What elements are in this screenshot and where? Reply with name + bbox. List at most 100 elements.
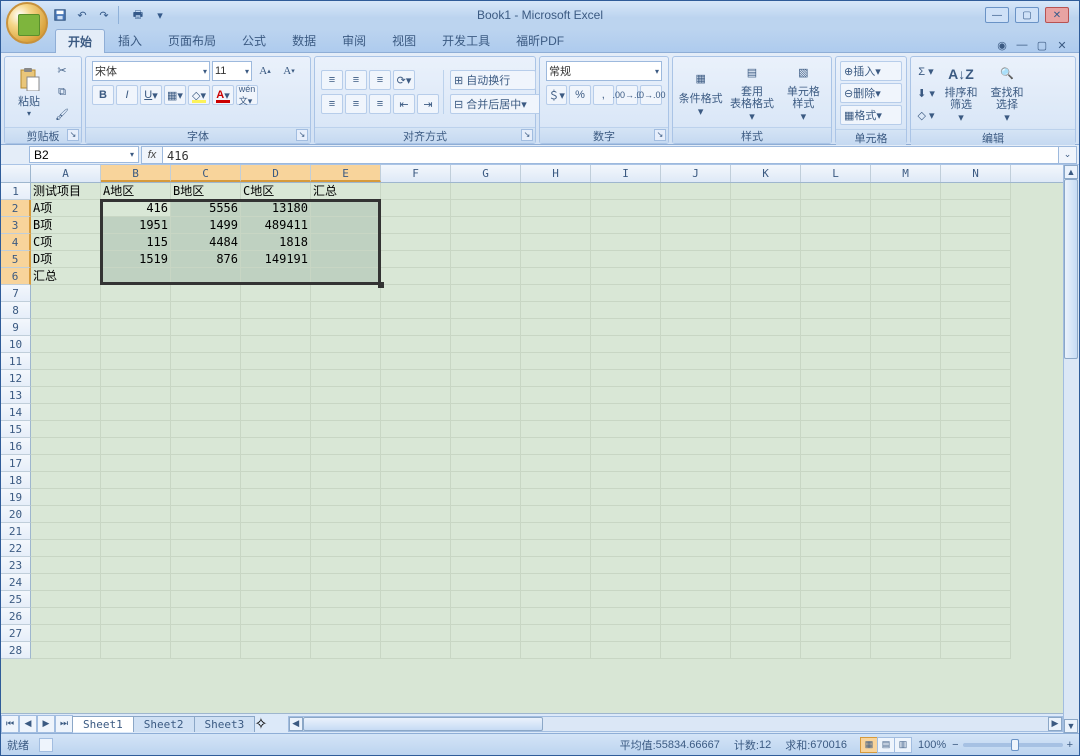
- cell-C5[interactable]: 876: [171, 251, 241, 268]
- cell-J6[interactable]: [661, 268, 731, 285]
- cell-K3[interactable]: [731, 217, 801, 234]
- tab-数据[interactable]: 数据: [279, 28, 329, 52]
- cell-G3[interactable]: [451, 217, 521, 234]
- cell-F21[interactable]: [381, 523, 451, 540]
- cell-B8[interactable]: [101, 302, 171, 319]
- tab-开始[interactable]: 开始: [55, 29, 105, 53]
- cell-B12[interactable]: [101, 370, 171, 387]
- cell-M14[interactable]: [871, 404, 941, 421]
- save-icon[interactable]: [51, 6, 69, 24]
- cell-K12[interactable]: [731, 370, 801, 387]
- cell-L19[interactable]: [801, 489, 871, 506]
- cell-I1[interactable]: [591, 183, 661, 200]
- cell-E12[interactable]: [311, 370, 381, 387]
- cell-A17[interactable]: [31, 455, 101, 472]
- cell-C11[interactable]: [171, 353, 241, 370]
- cell-K27[interactable]: [731, 625, 801, 642]
- row-header-19[interactable]: 19: [1, 489, 31, 506]
- cell-C18[interactable]: [171, 472, 241, 489]
- cell-A4[interactable]: C项: [31, 234, 101, 251]
- cell-J12[interactable]: [661, 370, 731, 387]
- cell-L22[interactable]: [801, 540, 871, 557]
- cell-D3[interactable]: 489411: [241, 217, 311, 234]
- cell-M28[interactable]: [871, 642, 941, 659]
- cell-M15[interactable]: [871, 421, 941, 438]
- cell-G20[interactable]: [451, 506, 521, 523]
- underline-button[interactable]: U▾: [140, 85, 162, 105]
- cell-J26[interactable]: [661, 608, 731, 625]
- cell-E26[interactable]: [311, 608, 381, 625]
- delete-cells-button[interactable]: ⊖ 删除 ▾: [840, 83, 902, 103]
- number-launcher[interactable]: ↘: [654, 129, 666, 141]
- cell-I25[interactable]: [591, 591, 661, 608]
- cell-H6[interactable]: [521, 268, 591, 285]
- col-header-M[interactable]: M: [871, 165, 941, 182]
- cell-H19[interactable]: [521, 489, 591, 506]
- font-name-combo[interactable]: 宋体▾: [92, 61, 210, 81]
- cell-I9[interactable]: [591, 319, 661, 336]
- cell-E9[interactable]: [311, 319, 381, 336]
- cell-F17[interactable]: [381, 455, 451, 472]
- cell-B25[interactable]: [101, 591, 171, 608]
- cell-L21[interactable]: [801, 523, 871, 540]
- indent-decrease-button[interactable]: ⇤: [393, 94, 415, 114]
- col-header-A[interactable]: A: [31, 165, 101, 182]
- hscroll-left-arrow[interactable]: ◀: [289, 717, 303, 731]
- cell-G24[interactable]: [451, 574, 521, 591]
- cell-I23[interactable]: [591, 557, 661, 574]
- col-header-K[interactable]: K: [731, 165, 801, 182]
- cell-L7[interactable]: [801, 285, 871, 302]
- cell-J20[interactable]: [661, 506, 731, 523]
- fx-button[interactable]: fx: [141, 146, 163, 164]
- cell-K20[interactable]: [731, 506, 801, 523]
- sheet-nav-next[interactable]: ▶: [37, 715, 55, 733]
- cell-C27[interactable]: [171, 625, 241, 642]
- cell-E15[interactable]: [311, 421, 381, 438]
- cell-G15[interactable]: [451, 421, 521, 438]
- hscroll-right-arrow[interactable]: ▶: [1048, 717, 1062, 731]
- cell-F25[interactable]: [381, 591, 451, 608]
- cell-A21[interactable]: [31, 523, 101, 540]
- cell-K24[interactable]: [731, 574, 801, 591]
- cell-L24[interactable]: [801, 574, 871, 591]
- cell-G6[interactable]: [451, 268, 521, 285]
- cell-H22[interactable]: [521, 540, 591, 557]
- cell-B10[interactable]: [101, 336, 171, 353]
- cell-B21[interactable]: [101, 523, 171, 540]
- cell-B27[interactable]: [101, 625, 171, 642]
- cell-A3[interactable]: B项: [31, 217, 101, 234]
- horizontal-scrollbar[interactable]: ◀ ▶: [288, 716, 1063, 732]
- cell-L8[interactable]: [801, 302, 871, 319]
- cell-B3[interactable]: 1951: [101, 217, 171, 234]
- cell-L28[interactable]: [801, 642, 871, 659]
- cell-K6[interactable]: [731, 268, 801, 285]
- cell-N27[interactable]: [941, 625, 1011, 642]
- cell-I21[interactable]: [591, 523, 661, 540]
- cell-I27[interactable]: [591, 625, 661, 642]
- cell-J19[interactable]: [661, 489, 731, 506]
- cell-D13[interactable]: [241, 387, 311, 404]
- cell-C17[interactable]: [171, 455, 241, 472]
- row-header-9[interactable]: 9: [1, 319, 31, 336]
- cell-H5[interactable]: [521, 251, 591, 268]
- sheet-tab-Sheet1[interactable]: Sheet1: [72, 716, 134, 732]
- align-left-button[interactable]: ≡: [321, 94, 343, 114]
- cell-C21[interactable]: [171, 523, 241, 540]
- cell-G19[interactable]: [451, 489, 521, 506]
- qat-dropdown-icon[interactable]: ▾: [151, 6, 169, 24]
- cell-N9[interactable]: [941, 319, 1011, 336]
- clipboard-launcher[interactable]: ↘: [67, 129, 79, 141]
- cut-button[interactable]: ✂: [51, 60, 73, 80]
- cell-N10[interactable]: [941, 336, 1011, 353]
- cell-F1[interactable]: [381, 183, 451, 200]
- cell-A20[interactable]: [31, 506, 101, 523]
- cell-E19[interactable]: [311, 489, 381, 506]
- cell-E24[interactable]: [311, 574, 381, 591]
- row-header-14[interactable]: 14: [1, 404, 31, 421]
- cell-B15[interactable]: [101, 421, 171, 438]
- cell-K19[interactable]: [731, 489, 801, 506]
- cell-D12[interactable]: [241, 370, 311, 387]
- vscroll-down-arrow[interactable]: ▼: [1064, 719, 1078, 733]
- sheet-nav-first[interactable]: ⏮: [1, 715, 19, 733]
- cell-H1[interactable]: [521, 183, 591, 200]
